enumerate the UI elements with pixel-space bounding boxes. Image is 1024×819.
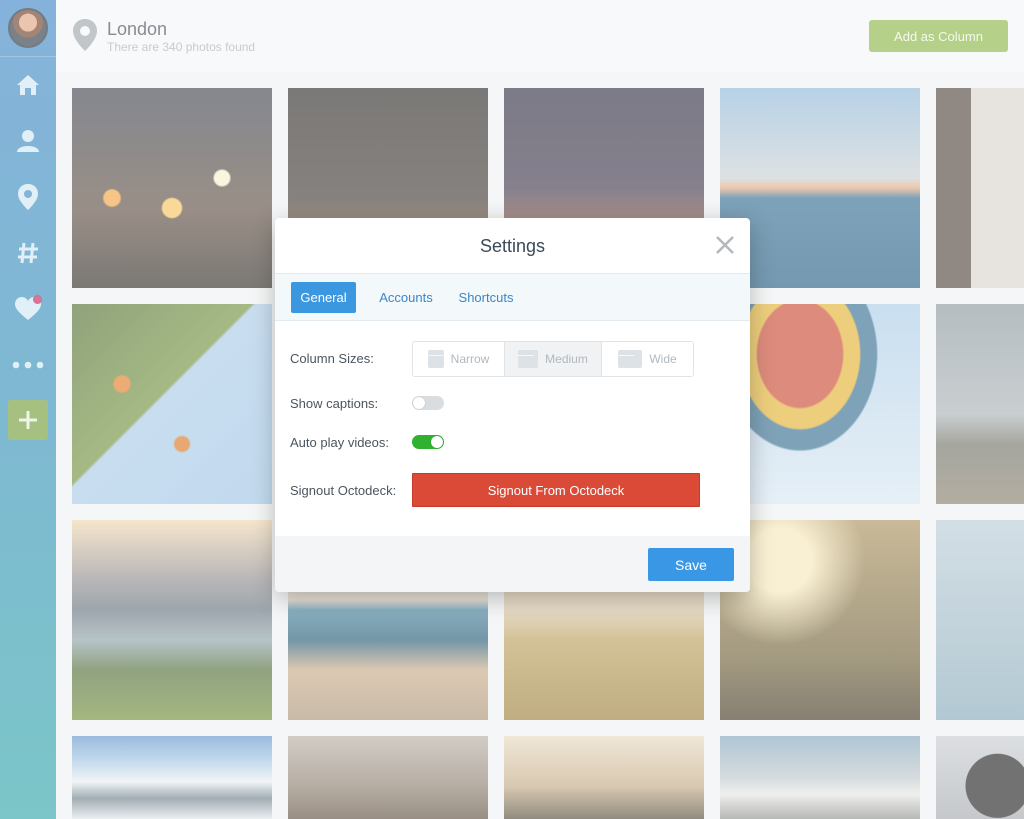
column-icon <box>518 350 539 368</box>
signout-button[interactable]: Signout From Octodeck <box>412 473 700 507</box>
column-icon <box>427 350 444 368</box>
column-sizes-label: Column Sizes: <box>290 351 374 366</box>
settings-modal: Settings General Accounts Shortcuts Colu… <box>275 218 750 592</box>
settings-tabs: General Accounts Shortcuts <box>275 273 750 321</box>
column-size-wide-label: Wide <box>649 352 677 366</box>
tab-shortcuts[interactable]: Shortcuts <box>455 282 517 313</box>
close-icon[interactable] <box>714 234 736 256</box>
column-size-medium-label: Medium <box>545 352 588 366</box>
toggle-knob <box>413 397 425 409</box>
signout-label: Signout Octodeck: <box>290 483 397 498</box>
column-size-narrow-label: Narrow <box>450 352 490 366</box>
auto-play-label: Auto play videos: <box>290 435 390 450</box>
modal-title: Settings <box>479 236 546 256</box>
toggle-knob <box>431 436 443 448</box>
show-captions-label: Show captions: <box>290 396 379 411</box>
tab-accounts[interactable]: Accounts <box>373 282 439 313</box>
column-size-narrow[interactable]: Narrow <box>413 342 505 376</box>
column-icon <box>618 350 643 368</box>
column-size-medium[interactable]: Medium <box>505 342 602 376</box>
column-size-wide[interactable]: Wide <box>602 342 693 376</box>
modal-footer: Save <box>275 536 750 592</box>
auto-play-toggle[interactable] <box>412 435 444 449</box>
show-captions-toggle[interactable] <box>412 396 444 410</box>
save-button[interactable]: Save <box>648 548 734 581</box>
column-size-selector: Narrow Medium Wide <box>412 341 694 377</box>
tab-general[interactable]: General <box>291 282 356 313</box>
